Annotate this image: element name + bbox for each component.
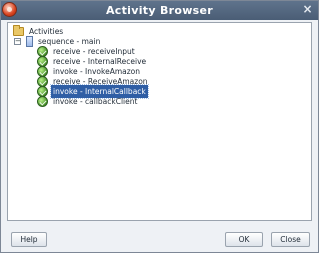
tree-item[interactable]: invoke - callbackClient (33, 95, 193, 108)
activity-icon (37, 96, 48, 107)
help-button[interactable]: Help (11, 232, 47, 247)
sequence-icon (26, 36, 33, 47)
activity-tree[interactable]: Activities − sequence - main receive - r… (7, 22, 312, 221)
ok-button[interactable]: OK (225, 232, 263, 247)
collapse-toggle-icon[interactable]: − (14, 38, 21, 45)
close-button[interactable]: Close (271, 232, 310, 247)
title-bar[interactable]: Activity Browser × (1, 1, 318, 20)
tree-item-label: invoke - callbackClient (53, 97, 138, 106)
close-icon[interactable]: × (301, 3, 314, 16)
activity-browser-dialog: Activity Browser × Activities − sequence… (0, 0, 319, 253)
dialog-title: Activity Browser (105, 4, 214, 17)
